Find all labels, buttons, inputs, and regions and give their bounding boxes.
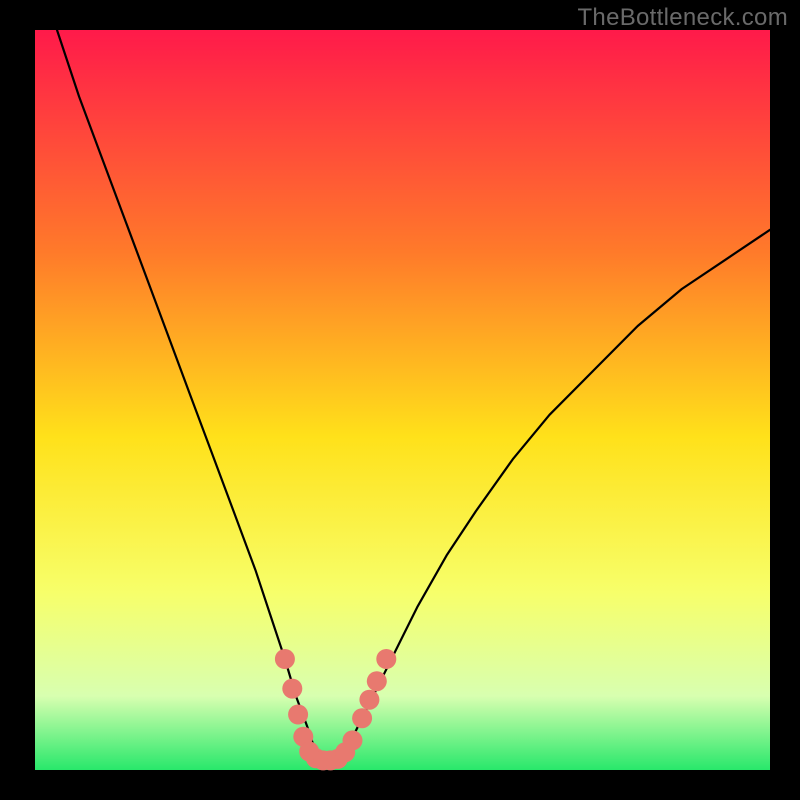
data-point xyxy=(275,649,295,669)
bottleneck-chart xyxy=(0,0,800,800)
watermark-text: TheBottleneck.com xyxy=(577,4,788,32)
data-point xyxy=(343,730,363,750)
data-point xyxy=(288,705,308,725)
plot-area xyxy=(35,30,770,770)
data-point xyxy=(282,679,302,699)
data-point xyxy=(367,671,387,691)
data-point xyxy=(352,708,372,728)
data-point xyxy=(359,690,379,710)
data-point xyxy=(376,649,396,669)
chart-frame: TheBottleneck.com xyxy=(0,0,800,800)
